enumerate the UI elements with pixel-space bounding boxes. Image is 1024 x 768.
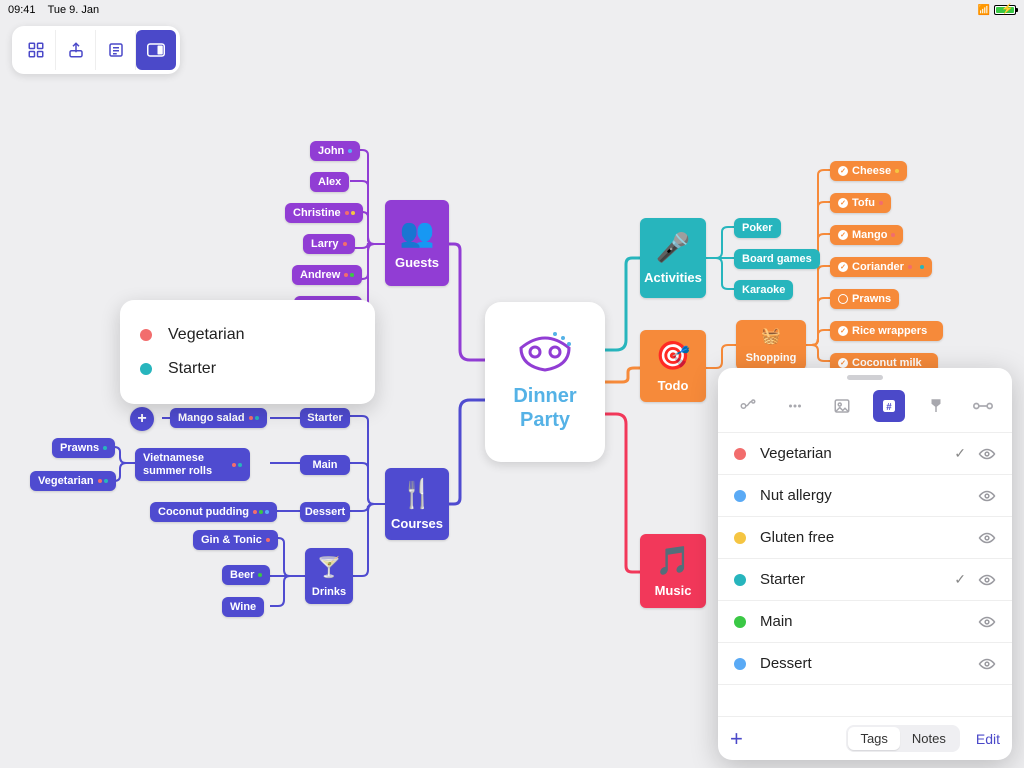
toggle-inspector-button[interactable] — [136, 30, 176, 70]
branch-music-label: Music — [655, 583, 692, 598]
music-note-icon: 🎵 — [656, 544, 691, 577]
branch-activities-label: Activities — [644, 270, 702, 285]
toolbar — [12, 26, 180, 74]
guest-christine[interactable]: Christine — [285, 203, 363, 223]
wifi-icon — [978, 4, 990, 16]
dish-coconut-pudding[interactable]: Coconut pudding — [150, 502, 277, 522]
guest-larry[interactable]: Larry — [303, 234, 355, 254]
branch-music[interactable]: 🎵 Music — [640, 534, 706, 608]
dish-summer-rolls[interactable]: Vietnamese summer rolls — [135, 448, 250, 481]
grid-view-button[interactable] — [16, 30, 56, 70]
inspector-tabrow: # — [718, 384, 1012, 433]
course-dessert[interactable]: Dessert — [300, 502, 350, 522]
shop-prawns[interactable]: Prawns — [830, 289, 899, 309]
eye-icon[interactable] — [978, 447, 996, 461]
popover-label: Starter — [168, 360, 216, 378]
shop-mango[interactable]: ✓Mango — [830, 225, 903, 245]
dish-prawns[interactable]: Prawns — [52, 438, 115, 458]
segment-tags[interactable]: Tags — [848, 727, 899, 750]
status-bar: 09:41 Tue 9. Jan ⚡ — [0, 0, 1024, 18]
shop-rice-wrappers[interactable]: ✓Rice wrappers — [830, 321, 943, 341]
branch-guests-label: Guests — [395, 255, 439, 270]
tags-notes-segment[interactable]: Tags Notes — [846, 725, 959, 752]
drag-handle[interactable] — [847, 375, 883, 380]
add-child-button[interactable]: + — [130, 407, 154, 431]
check-icon: ✓ — [954, 445, 966, 462]
basket-icon: 🧺 — [761, 326, 781, 346]
guest-alex[interactable]: Alex — [310, 172, 349, 192]
drink-wine[interactable]: Wine — [222, 597, 264, 617]
tag-tab-icon[interactable]: # — [873, 390, 905, 422]
cocktail-icon: 🍸 — [317, 555, 342, 580]
guest-andrew[interactable]: Andrew — [292, 265, 362, 285]
target-icon: 🎯 — [656, 339, 691, 372]
inspector-panel: # Vegetarian ✓ Nut allergy Gluten free S… — [718, 368, 1012, 760]
drink-beer[interactable]: Beer — [222, 565, 270, 585]
root-title-line2: Party — [520, 408, 570, 432]
relation-tab-icon[interactable] — [967, 390, 999, 422]
eye-icon[interactable] — [978, 573, 996, 587]
dish-mango-salad[interactable]: Mango salad — [170, 408, 267, 428]
tag-list: Vegetarian ✓ Nut allergy Gluten free Sta… — [718, 433, 1012, 716]
root-node-dinner-party[interactable]: Dinner Party — [485, 302, 605, 462]
branch-courses-label: Courses — [391, 516, 443, 531]
activity-board-games[interactable]: Board games — [734, 249, 820, 269]
tag-dot-red — [140, 329, 152, 341]
dish-vegetarian[interactable]: Vegetarian — [30, 471, 116, 491]
activity-poker[interactable]: Poker — [734, 218, 781, 238]
eye-icon[interactable] — [978, 615, 996, 629]
todo-shopping[interactable]: 🧺 Shopping — [736, 320, 806, 370]
tag-dot-teal — [140, 363, 152, 375]
popover-row-starter[interactable]: Starter — [140, 352, 355, 386]
course-starter[interactable]: Starter — [300, 408, 350, 428]
branch-todo[interactable]: 🎯 Todo — [640, 330, 706, 402]
popover-row-vegetarian[interactable]: Vegetarian — [140, 318, 355, 352]
tag-item-nut-allergy[interactable]: Nut allergy — [718, 475, 1012, 517]
activity-karaoke[interactable]: Karaoke — [734, 280, 793, 300]
share-button[interactable] — [56, 30, 96, 70]
tag-popover: Vegetarian Starter — [120, 300, 375, 404]
course-drinks[interactable]: 🍸 Drinks — [305, 548, 353, 604]
shop-tofu[interactable]: ✓Tofu — [830, 193, 891, 213]
people-icon: 👥 — [400, 216, 435, 249]
segment-notes[interactable]: Notes — [900, 727, 958, 750]
guest-john[interactable]: John — [310, 141, 360, 161]
shop-cheese[interactable]: ✓Cheese — [830, 161, 907, 181]
battery-icon: ⚡ — [994, 5, 1016, 15]
check-icon: ✓ — [954, 571, 966, 588]
svg-text:#: # — [886, 402, 892, 413]
status-time: 09:41 — [8, 4, 36, 16]
status-date: Tue 9. Jan — [48, 4, 100, 16]
more-tab-icon[interactable] — [779, 390, 811, 422]
eye-icon[interactable] — [978, 489, 996, 503]
cutlery-icon: 🍴 — [400, 477, 435, 510]
branch-courses[interactable]: 🍴 Courses — [385, 468, 449, 540]
tag-item-vegetarian[interactable]: Vegetarian ✓ — [718, 433, 1012, 475]
edit-button[interactable]: Edit — [976, 731, 1000, 747]
add-tag-button[interactable]: + — [730, 726, 758, 752]
course-main[interactable]: Main — [300, 455, 350, 475]
eye-icon[interactable] — [978, 657, 996, 671]
branch-todo-label: Todo — [658, 378, 689, 393]
tag-item-main[interactable]: Main — [718, 601, 1012, 643]
tag-item-starter[interactable]: Starter ✓ — [718, 559, 1012, 601]
tag-item-gluten-free[interactable]: Gluten free — [718, 517, 1012, 559]
image-tab-icon[interactable] — [826, 390, 858, 422]
popover-label: Vegetarian — [168, 326, 245, 344]
shop-coriander[interactable]: ✓Coriander — [830, 257, 932, 277]
eye-icon[interactable] — [978, 531, 996, 545]
style-tab-icon[interactable] — [920, 390, 952, 422]
branch-activities[interactable]: 🎤 Activities — [640, 218, 706, 298]
connection-tab-icon[interactable] — [732, 390, 764, 422]
drink-gin-tonic[interactable]: Gin & Tonic — [193, 530, 278, 550]
root-title-line1: Dinner — [513, 384, 576, 408]
tag-item-dessert[interactable]: Dessert — [718, 643, 1012, 685]
mask-icon — [517, 332, 573, 372]
inspector-footer: + Tags Notes Edit — [718, 716, 1012, 760]
branch-guests[interactable]: 👥 Guests — [385, 200, 449, 286]
microphone-icon: 🎤 — [656, 231, 691, 264]
outline-button[interactable] — [96, 30, 136, 70]
